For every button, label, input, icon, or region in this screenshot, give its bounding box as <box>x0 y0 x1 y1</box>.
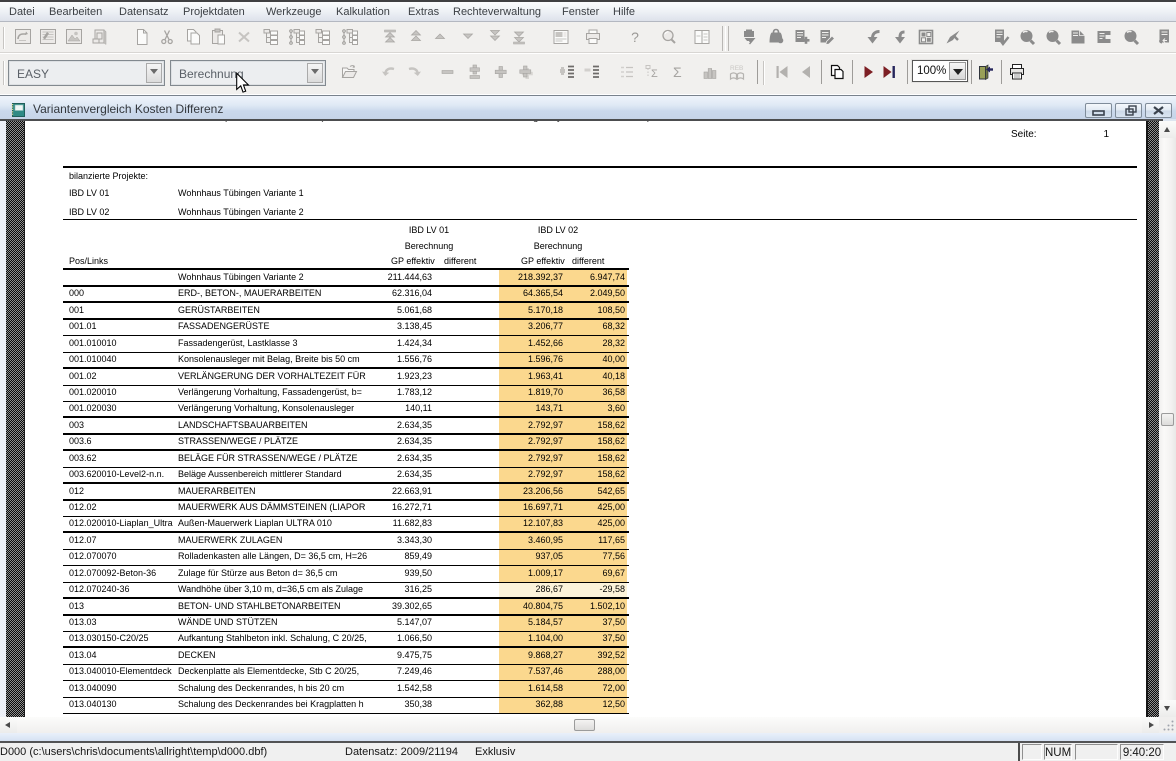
svg-text:Σ: Σ <box>651 68 658 80</box>
svg-text:?: ? <box>631 29 639 45</box>
svg-text:Σ: Σ <box>673 64 682 80</box>
svg-text:REB: REB <box>730 65 743 72</box>
